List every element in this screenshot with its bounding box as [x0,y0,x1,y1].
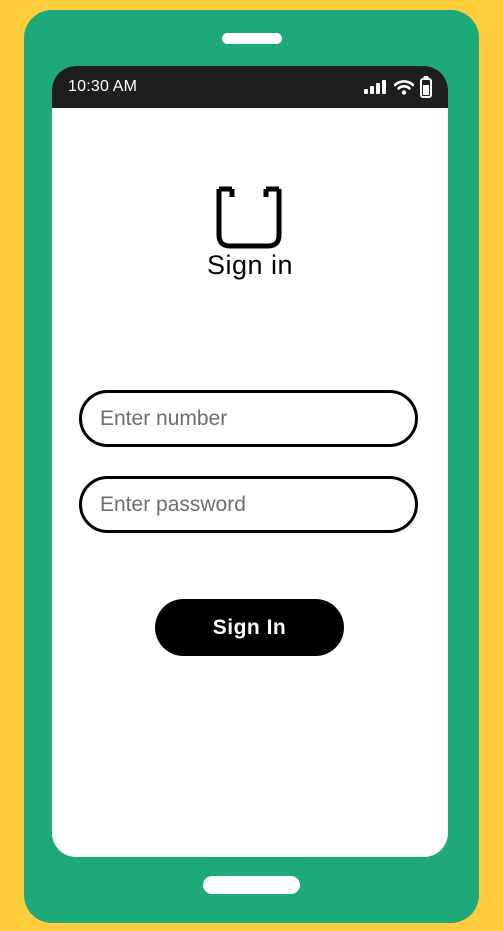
password-field-wrapper [79,476,418,533]
number-field-wrapper [79,390,418,447]
sign-in-button[interactable]: Sign In [155,599,344,656]
status-icons [364,76,432,98]
phone-frame: 10:30 AM Sign in Enter number Sign In [24,10,479,923]
status-bar: 10:30 AM [52,66,448,108]
signal-icon [364,80,386,94]
page-title: Sign in [206,250,294,280]
battery-icon [420,76,432,98]
status-time: 10:30 AM [68,78,138,95]
phone-screen: 10:30 AM Sign in Enter number Sign In [52,66,448,857]
password-input[interactable] [82,479,415,530]
phone-speaker [222,33,282,44]
bag-outline-icon [216,186,282,249]
number-input[interactable] [82,393,415,444]
home-button[interactable] [203,876,300,894]
wifi-icon [394,80,414,95]
